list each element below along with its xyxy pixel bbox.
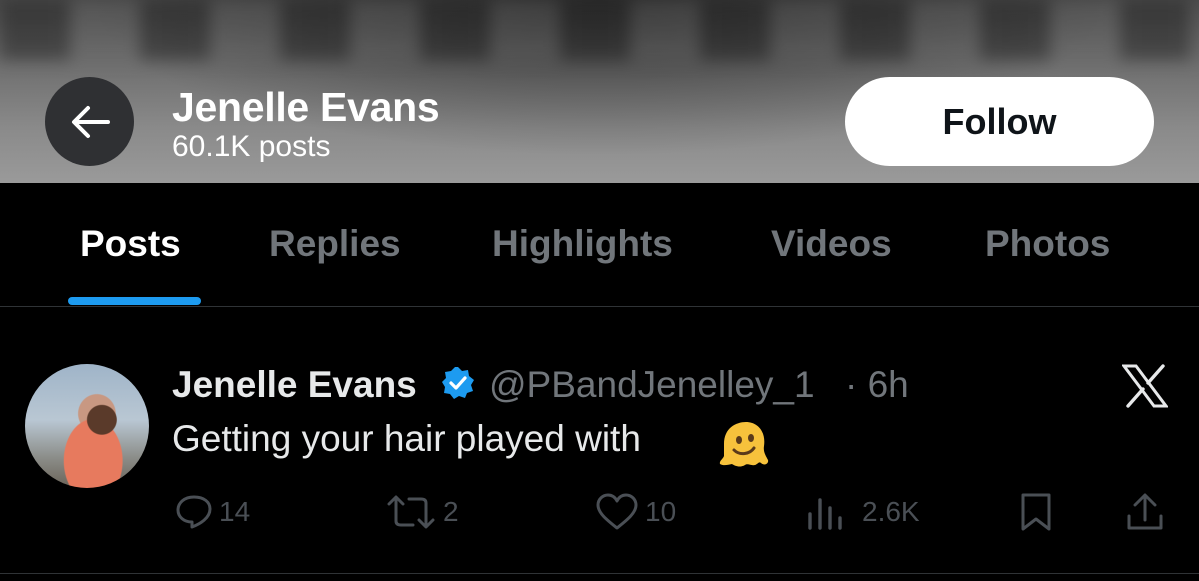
- verified-badge-icon: [442, 367, 474, 399]
- tab-replies[interactable]: Replies: [269, 223, 401, 265]
- x-logo-icon: [1122, 364, 1168, 408]
- tab-photos[interactable]: Photos: [985, 223, 1110, 265]
- like-count: 10: [645, 496, 677, 527]
- views-count: 2.6K: [862, 496, 920, 527]
- tab-posts[interactable]: Posts: [80, 223, 181, 265]
- post-timestamp[interactable]: · 6h: [845, 364, 909, 406]
- post-author-handle[interactable]: @PBandJenelley_1: [489, 364, 815, 406]
- reply-count: 14: [219, 496, 251, 527]
- share-icon: [1127, 493, 1163, 530]
- follow-button[interactable]: Follow: [845, 77, 1154, 166]
- share-button[interactable]: [1125, 492, 1165, 532]
- bookmark-button[interactable]: [1018, 492, 1054, 532]
- reply-icon: [176, 495, 212, 529]
- back-button[interactable]: [45, 77, 134, 166]
- arrow-left-icon: [71, 105, 110, 138]
- heart-icon: [596, 493, 638, 530]
- post-count: 60.1K posts: [172, 130, 331, 163]
- views-chart-icon: [808, 498, 842, 530]
- profile-name: Jenelle Evans: [172, 84, 440, 130]
- repost-button[interactable]: 2: [385, 492, 459, 532]
- repost-icon: [387, 495, 435, 529]
- tab-highlights[interactable]: Highlights: [492, 223, 673, 265]
- post-author-name[interactable]: Jenelle Evans: [172, 364, 417, 406]
- views-button[interactable]: 2.6K: [806, 492, 920, 532]
- active-tab-indicator: [68, 297, 201, 305]
- post-divider: [0, 573, 1199, 574]
- post-text: Getting your hair played with: [172, 418, 641, 459]
- like-button[interactable]: 10: [595, 492, 676, 532]
- melting-face-icon: [719, 422, 769, 467]
- tab-videos[interactable]: Videos: [771, 223, 892, 265]
- reply-button[interactable]: 14: [175, 492, 250, 532]
- avatar[interactable]: [25, 364, 149, 488]
- profile-tabs: Posts Replies Highlights Videos Photos: [0, 183, 1199, 307]
- repost-count: 2: [443, 496, 459, 527]
- bookmark-icon: [1021, 493, 1051, 531]
